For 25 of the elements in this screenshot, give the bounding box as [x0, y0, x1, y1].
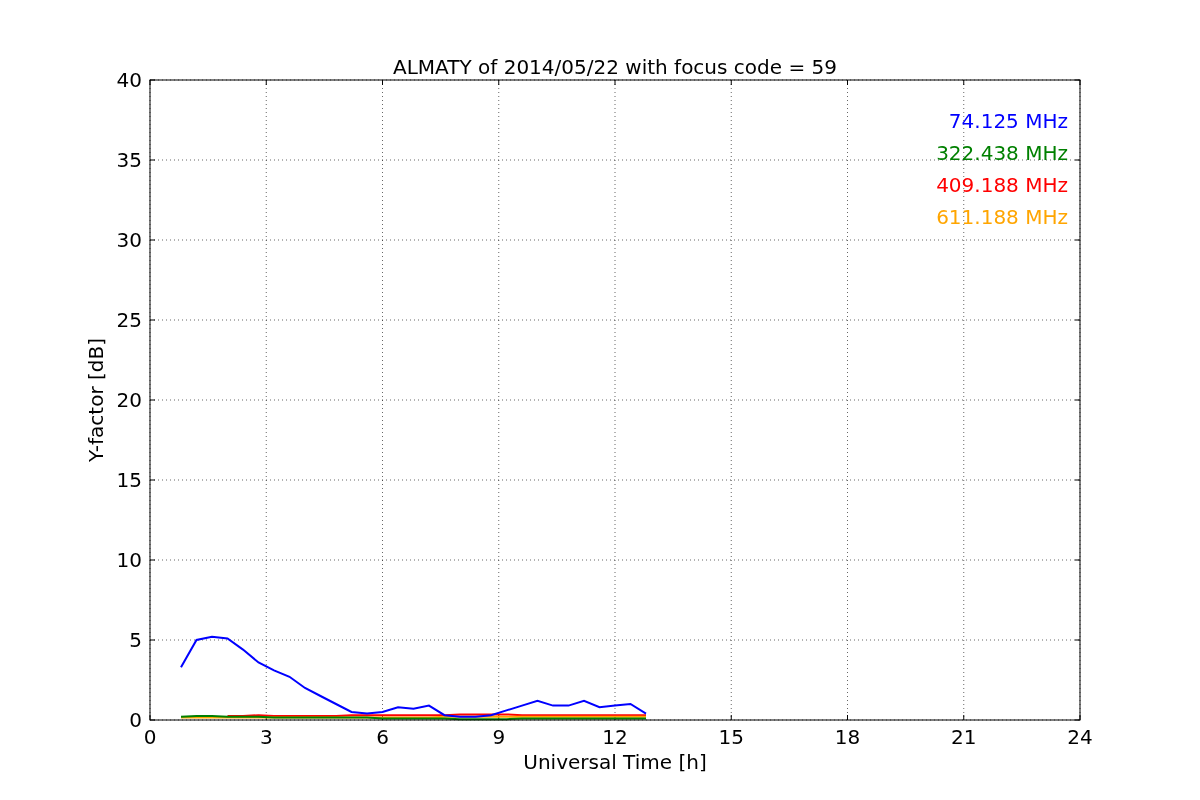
y-tick-label: 30 [116, 228, 142, 252]
y-tick-label: 5 [129, 628, 142, 652]
x-tick-label: 3 [259, 725, 273, 749]
x-tick-label: 0 [143, 725, 157, 749]
y-tick-label: 35 [116, 148, 142, 172]
x-tick-label: 24 [1067, 725, 1093, 749]
x-tick-label: 12 [602, 725, 628, 749]
y-axis-label: Y-factor [dB] [84, 338, 108, 462]
y-tick-label: 15 [116, 468, 142, 492]
legend-label: 74.125 MHz [948, 109, 1068, 133]
y-tick-label: 25 [116, 308, 142, 332]
x-tick-label: 21 [951, 725, 977, 749]
y-tick-label: 10 [116, 548, 142, 572]
legend-label: 409.188 MHz [936, 173, 1068, 197]
y-tick-label: 20 [116, 388, 142, 412]
x-axis-label: Universal Time [h] [523, 750, 707, 774]
x-tick-label: 18 [834, 725, 861, 749]
x-tick-label: 15 [718, 725, 744, 749]
y-tick-label: 0 [129, 708, 142, 732]
x-tick-label: 6 [376, 725, 389, 749]
y-tick-label: 40 [116, 68, 142, 92]
legend-label: 611.188 MHz [936, 205, 1068, 229]
legend-label: 322.438 MHz [936, 141, 1068, 165]
x-tick-label: 9 [492, 725, 506, 749]
chart-title: ALMATY of 2014/05/22 with focus code = 59 [393, 55, 837, 79]
